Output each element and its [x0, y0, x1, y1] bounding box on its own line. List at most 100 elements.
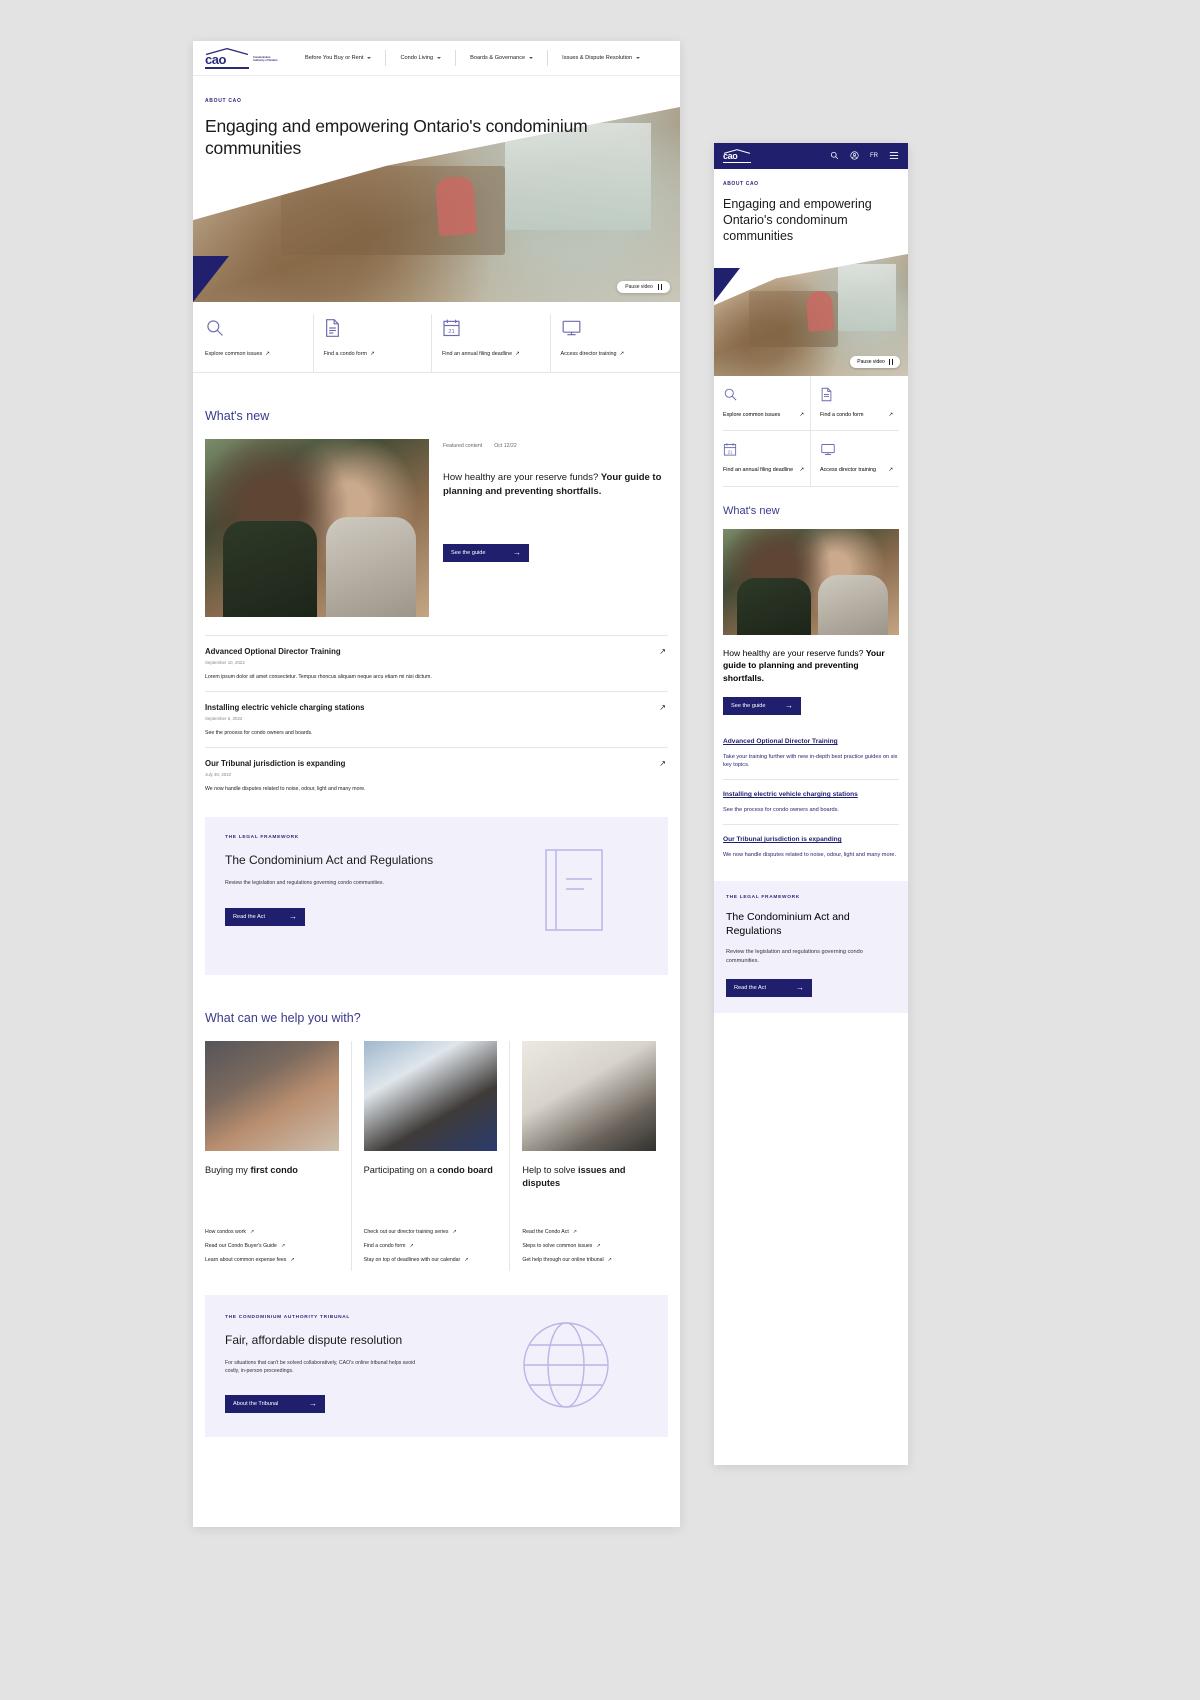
title-bold: first condo [250, 1165, 298, 1175]
help-link[interactable]: How condos work ↗ [205, 1229, 339, 1235]
nav-divider [455, 50, 457, 66]
nav-item-boards-governance[interactable]: Boards & Governance [470, 55, 534, 61]
card-kicker: THE LEGAL FRAMEWORK [726, 895, 800, 901]
mobile-viewport: cao FR ABOUT CAO Engaging and empowering… [714, 143, 908, 1465]
pause-video-button[interactable]: Pause video [850, 356, 900, 368]
search-icon [723, 387, 804, 403]
arrow-up-right-icon: ↗ [799, 467, 804, 474]
arrow-up-right-icon: ↗ [659, 759, 666, 768]
chevron-down-icon [636, 57, 641, 59]
label-text: Access director training [560, 351, 617, 357]
main-navigation: cao Condominium Authority of Ontario Bef… [193, 41, 680, 76]
news-title: Installing electric vehicle charging sta… [205, 703, 365, 712]
logo-text: cao [723, 151, 738, 161]
news-description: Lorem ipsum dolor sit amet consectetur. … [205, 674, 432, 680]
section-title-whats-new: What's new [205, 409, 270, 423]
button-label: See the guide [451, 550, 486, 557]
logo-mark: cao [205, 48, 249, 69]
help-link[interactable]: Get help through our online tribunal ↗ [522, 1257, 656, 1263]
link-label: Stay on top of deadlines with our calend… [363, 1257, 461, 1263]
arrow-up-right-icon: ↗ [249, 1229, 255, 1235]
nav-item-before-you-buy-or-rent[interactable]: Before You Buy or Rent [305, 55, 372, 61]
tribunal-card: THE CONDOMINIUM AUTHORITY TRIBUNAL Fair,… [205, 1295, 668, 1438]
news-description: See the process for condo owners and boa… [205, 730, 313, 736]
news-list-item[interactable]: Installing electric vehicle charging sta… [723, 779, 899, 824]
account-icon[interactable] [850, 147, 859, 165]
help-link[interactable]: Read the Condo Act ↗ [522, 1229, 656, 1235]
news-list-item[interactable]: Advanced Optional Director Training Take… [723, 727, 899, 779]
search-icon[interactable] [830, 147, 839, 165]
help-link[interactable]: Read our Condo Buyer's Guide ↗ [205, 1243, 339, 1249]
help-link[interactable]: Find a condo form ↗ [364, 1243, 498, 1249]
arrow-up-right-icon: ↗ [659, 647, 666, 656]
help-link[interactable]: Steps to solve common issues ↗ [522, 1243, 656, 1249]
arrow-up-right-icon: ↗ [619, 351, 625, 357]
label-text: Find an annual filing deadline [723, 467, 794, 474]
news-title: Advanced Optional Director Training [723, 738, 838, 746]
quick-link-explore-common-issues[interactable]: Explore common issues ↗ [205, 314, 314, 372]
read-the-act-button[interactable]: Read the Act → [726, 978, 812, 997]
quick-link-access-director-training[interactable]: Access director training ↗ [551, 314, 669, 372]
nav-item-condo-living[interactable]: Condo Living [400, 55, 442, 61]
help-card-title: Help to solve issues and disputes [522, 1164, 656, 1190]
nav-label: Boards & Governance [470, 55, 526, 61]
help-card-issues-and-disputes: Help to solve issues and disputes Read t… [510, 1041, 668, 1271]
news-description: Take your training further with new in-d… [723, 753, 898, 769]
arrow-up-right-icon: ↗ [515, 351, 520, 357]
quick-link-label: Explore common issues ↗ [205, 350, 305, 358]
news-list-item[interactable]: Installing electric vehicle charging sta… [205, 691, 668, 747]
news-list-item[interactable]: Our Tribunal jurisdiction is expanding W… [723, 824, 899, 869]
help-card-image [363, 1041, 498, 1151]
language-toggle-fr[interactable]: FR [870, 153, 878, 159]
nav-item-issues-dispute-resolution[interactable]: Issues & Dispute Resolution [562, 55, 641, 61]
featured-headline: How healthy are your reserve funds? Your… [723, 647, 899, 684]
nav-divider [385, 50, 387, 66]
help-link[interactable]: Learn about common expense fees ↗ [205, 1257, 339, 1263]
link-label: Read our Condo Buyer's Guide [205, 1243, 277, 1249]
quick-link-access-director-training[interactable]: Access director training ↗ [811, 431, 899, 487]
title-lead: Help to solve [522, 1165, 579, 1175]
legal-card-body: THE LEGAL FRAMEWORK The Condominium Act … [225, 835, 475, 926]
mobile-hero-video: Pause video [714, 254, 908, 376]
card-description: Review the legislation and regulations g… [726, 949, 863, 964]
logo-text: cao [205, 52, 226, 67]
quick-link-find-a-condo-form[interactable]: Find a condo form ↗ [314, 314, 432, 372]
pause-video-button[interactable]: Pause video [617, 281, 670, 293]
globe-icon [522, 1321, 610, 1414]
hamburger-menu-icon[interactable] [889, 147, 899, 165]
link-label: Check out our director training series [363, 1229, 449, 1235]
arrow-up-right-icon: ↗ [265, 351, 270, 357]
arrow-up-right-icon: ↗ [659, 703, 666, 712]
quick-link-label: Access director training ↗ [820, 467, 893, 474]
hero-banner: ABOUT CAO Engaging and empowering Ontari… [193, 76, 680, 302]
cao-logo-mobile[interactable]: cao [723, 149, 751, 163]
help-link[interactable]: Check out our director training series ↗ [364, 1229, 498, 1235]
quick-link-find-annual-filing-deadline[interactable]: 21 Find an annual filing deadline ↗ [432, 314, 551, 372]
quick-link-find-annual-filing-deadline[interactable]: 21 Find an annual filing deadline ↗ [723, 431, 811, 487]
read-the-act-button[interactable]: Read the Act → [225, 907, 305, 926]
news-title: Our Tribunal jurisdiction is expanding [723, 836, 842, 844]
legal-framework-card: THE LEGAL FRAMEWORK The Condominium Act … [205, 817, 668, 975]
button-label: Read the Act [734, 984, 767, 991]
logo-underline [723, 162, 751, 163]
featured-image [205, 439, 429, 617]
link-label: Read the Condo Act [522, 1229, 569, 1235]
quick-link-explore-common-issues[interactable]: Explore common issues ↗ [723, 376, 811, 432]
news-description: See the process for condo owners and boa… [723, 807, 839, 814]
svg-text:21: 21 [728, 450, 733, 455]
see-the-guide-button[interactable]: See the guide → [723, 697, 801, 716]
card-description: For situations that can't be solved coll… [225, 1360, 416, 1374]
link-label: Steps to solve common issues [522, 1243, 593, 1249]
cao-logo[interactable]: cao Condominium Authority of Ontario [205, 48, 281, 69]
about-the-tribunal-button[interactable]: About the Tribunal → [225, 1395, 325, 1414]
see-the-guide-button[interactable]: See the guide → [443, 544, 529, 563]
news-list-item[interactable]: Our Tribunal jurisdiction is expanding J… [205, 747, 668, 803]
news-list-item[interactable]: Advanced Optional Director Training Sept… [205, 635, 668, 691]
arrow-up-right-icon: ↗ [290, 1257, 295, 1263]
help-link[interactable]: Stay on top of deadlines with our calend… [364, 1257, 498, 1263]
arrow-up-right-icon: ↗ [369, 351, 375, 357]
label-text: Find a condo form [323, 351, 367, 357]
quick-link-find-a-condo-form[interactable]: Find a condo form ↗ [811, 376, 899, 432]
decorative-triangle [193, 256, 229, 302]
page-title: Engaging and empowering Ontario's condom… [723, 197, 872, 243]
